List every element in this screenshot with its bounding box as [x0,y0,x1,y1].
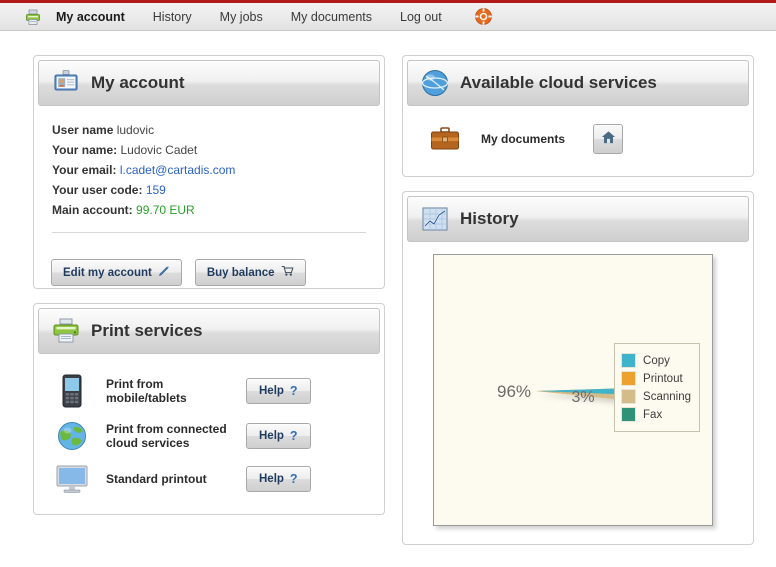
legend-swatch-fax [621,407,637,422]
my-documents-home-button[interactable] [593,124,623,154]
legend-label-scanning: Scanning [643,390,691,403]
question-mark-icon: ? [289,472,298,486]
account-label-usercode: Your user code: [52,183,143,197]
account-value-username: ludovic [116,123,155,137]
pie-slice-label-printout: 96% [497,382,531,401]
help-label-standard: Help [259,473,284,485]
right-column: Available cloud services My documents Hi… [402,55,776,559]
print-services-panel-body: Print from mobile/tablets Help ? Print f… [34,358,384,514]
print-service-action-cloud: Help ? [246,423,311,449]
cloud-services-panel-title: Available cloud services [460,73,657,92]
edit-my-account-label: Edit my account [63,266,152,279]
nav-item-my-documents[interactable]: My documents [277,3,386,31]
print-service-label-standard: Standard printout [106,472,207,486]
account-value-usercode: 159 [145,183,166,197]
my-account-panel-body: User name ludovic Your name: Ludovic Cad… [34,110,384,247]
legend-item-copy: Copy [621,353,691,368]
my-account-panel-header: My account [38,60,380,106]
id-badge-icon [51,68,81,98]
legend-label-fax: Fax [643,408,663,421]
lifering-help-icon[interactable] [474,7,493,26]
cloud-services-panel-body: My documents [403,110,753,176]
nav-items: My account History My jobs My documents … [42,3,456,30]
my-account-panel-title: My account [91,73,185,92]
buy-balance-label: Buy balance [206,266,275,279]
pie-graphic: 96% 3% [452,307,776,485]
help-button-standard[interactable]: Help ? [246,466,311,492]
print-service-label-cloud: Print from connected cloud services [106,422,227,450]
nav-item-history[interactable]: History [139,3,206,31]
cloud-services-panel-header: Available cloud services [407,60,749,106]
history-chart-container: 96% 3% Copy Printout Scanning Fax [403,246,776,544]
left-column: My account User name ludovic Your name: … [33,55,385,529]
print-service-row-mobile: Print from mobile/tablets Help ? [52,368,366,414]
print-service-label-mobile: Print from mobile/tablets [106,377,187,405]
account-line-fullname: Your name: Ludovic Cadet [52,140,366,160]
account-button-row: Edit my account Buy balance [34,247,384,288]
account-label-username: User name [52,123,114,137]
globe-icon [52,420,92,452]
print-services-panel-header: Print services [38,308,380,354]
edit-my-account-button[interactable]: Edit my account [51,259,182,286]
account-label-email: Your email: [52,163,117,177]
top-navigation-bar: My account History My jobs My documents … [0,0,776,31]
account-label-balance: Main account: [52,203,133,217]
page-root: My account History My jobs My documents … [0,0,776,567]
legend-item-fax: Fax [621,407,691,422]
print-service-row-cloud: Print from connected cloud services Help… [52,414,366,458]
account-label-fullname: Your name: [52,143,118,157]
buy-balance-button[interactable]: Buy balance [194,259,306,286]
print-service-action-standard: Help ? [246,466,311,492]
cloud-service-row-my-documents: My documents [421,120,735,162]
chart-line-icon [420,204,450,234]
legend-swatch-printout [621,371,637,386]
legend-swatch-scanning [621,389,637,404]
usage-pie-chart: 96% 3% Copy Printout Scanning Fax [433,254,776,526]
home-icon [601,130,616,148]
print-service-action-mobile: Help ? [246,378,311,404]
account-line-usercode: Your user code: 159 [52,180,366,200]
help-button-mobile[interactable]: Help ? [246,378,311,404]
nav-item-my-account[interactable]: My account [42,3,139,31]
account-divider [52,232,366,233]
legend-label-printout: Printout [643,372,683,385]
cart-icon [281,265,294,280]
help-label-mobile: Help [259,385,284,397]
print-services-panel-title: Print services [91,321,203,340]
chart-legend: Copy Printout Scanning Fax [614,343,700,432]
legend-item-scanning: Scanning [621,389,691,404]
briefcase-icon [425,126,465,152]
legend-label-copy: Copy [643,354,670,367]
nav-item-log-out[interactable]: Log out [386,3,456,31]
account-value-email[interactable]: l.cadet@cartadis.com [120,163,236,177]
monitor-icon [52,464,92,494]
nav-item-my-jobs[interactable]: My jobs [206,3,277,31]
account-value-fullname: Ludovic Cadet [120,143,198,157]
account-line-username: User name ludovic [52,120,366,140]
my-account-panel: My account User name ludovic Your name: … [33,55,385,289]
cloud-services-panel: Available cloud services My documents [402,55,754,177]
print-services-panel: Print services Print from mobile/tablets… [33,303,385,515]
history-panel: History 96% 3% Copy Printout Scanning Fa… [402,191,776,545]
question-mark-icon: ? [289,429,298,443]
history-panel-header: History [407,196,749,242]
printer-icon [51,316,81,346]
cloud-service-label-my-documents: My documents [481,132,566,146]
history-panel-title: History [460,209,519,228]
smartphone-icon [52,374,92,408]
pencil-icon [158,265,170,280]
globe-network-icon [420,68,450,98]
account-line-balance: Main account: 99.70 EUR [52,200,366,220]
pie-slice-label-copy: 3% [571,389,594,406]
question-mark-icon: ? [289,384,298,398]
account-line-email: Your email: l.cadet@cartadis.com [52,160,366,180]
help-button-cloud[interactable]: Help ? [246,423,311,449]
account-value-balance: 99.70 EUR [136,203,195,217]
legend-item-printout: Printout [621,371,691,386]
legend-swatch-copy [621,353,637,368]
printer-icon [24,8,42,26]
print-service-row-standard: Standard printout Help ? [52,458,366,500]
help-label-cloud: Help [259,430,284,442]
